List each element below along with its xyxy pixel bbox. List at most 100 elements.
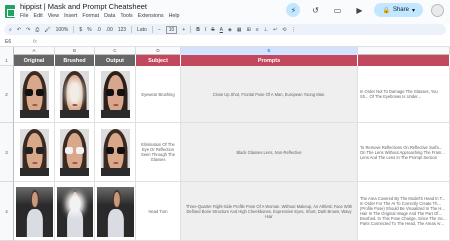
header-prompts-overflow[interactable] <box>358 55 450 66</box>
cell-prompt-row4[interactable]: Three-Quarter Right-Side Profile Pose Of… <box>181 182 358 241</box>
align-icon[interactable]: ≡ <box>256 27 259 33</box>
italic-icon[interactable]: I <box>205 27 206 33</box>
top-right-controls: ⚡ ↺ ▭ ▶ 🔒 Share ▾ <box>286 3 444 17</box>
header-output[interactable]: Output <box>95 55 136 66</box>
cell-subject-row4[interactable]: Head Turn <box>136 182 181 241</box>
menu-format[interactable]: Format <box>82 13 99 19</box>
cell-original-row4[interactable] <box>14 182 55 241</box>
column-header-a[interactable]: A <box>14 47 55 55</box>
zoom-select[interactable]: 100% <box>56 27 69 33</box>
history-icon[interactable]: ↺ <box>308 3 322 17</box>
cell-prompt-side-row2[interactable]: In Order Not To Damage The Glasses, You … <box>358 66 450 123</box>
activity-icon[interactable]: ⚡ <box>286 3 301 17</box>
header-original[interactable]: Original <box>14 55 55 66</box>
column-header-c[interactable]: C <box>95 47 136 55</box>
column-header-f[interactable] <box>358 47 450 55</box>
rotate-icon[interactable]: ⟲ <box>282 27 286 33</box>
cell-prompt-row2[interactable]: Close Up Shot, Frontal Pose Of A Man, Eu… <box>181 66 358 123</box>
table-header-row: Original Brushed Output Subject Prompts <box>14 55 450 66</box>
valign-icon[interactable]: ⊥ <box>264 27 268 33</box>
formatting-toolbar: ⌕ ↶ ↷ ⎙ 🖌 100% $ % .0 .00 123 Lato − 10 … <box>4 24 446 35</box>
row-header-1[interactable]: 1 <box>0 55 14 66</box>
divider <box>131 26 133 33</box>
cell-subject-row3[interactable]: Elimination Of The Eye Or Reflection See… <box>136 123 181 182</box>
select-all-corner[interactable] <box>0 47 14 55</box>
row-header-2[interactable]: 2 <box>0 66 14 123</box>
font-select[interactable]: Lato <box>137 27 147 33</box>
font-size-increase[interactable]: + <box>182 27 185 33</box>
title-bar: hippist | Mask and Prompt Cheatsheet Fil… <box>0 0 450 24</box>
share-label: Share <box>392 7 409 13</box>
undo-icon[interactable]: ↶ <box>17 27 21 33</box>
menu-insert[interactable]: Insert <box>64 13 77 19</box>
column-header-b[interactable]: B <box>55 47 95 55</box>
original-image <box>16 187 53 237</box>
bold-icon[interactable]: B <box>196 27 200 33</box>
cell-brushed-row3[interactable] <box>55 123 95 182</box>
menu-view[interactable]: View <box>48 13 59 19</box>
lock-icon: 🔒 <box>382 7 390 14</box>
original-image <box>20 129 49 176</box>
font-size-decrease[interactable]: − <box>158 27 161 33</box>
cell-brushed-row2[interactable] <box>55 66 95 123</box>
search-menus-icon[interactable]: ⌕ <box>9 27 12 33</box>
menu-edit[interactable]: Edit <box>34 13 43 19</box>
wrap-icon[interactable]: ↵ <box>273 27 277 33</box>
menu-help[interactable]: Help <box>169 13 180 19</box>
menu-tools[interactable]: Tools <box>120 13 132 19</box>
avatar[interactable] <box>431 3 444 17</box>
share-button[interactable]: 🔒 Share ▾ <box>374 3 423 17</box>
redo-icon[interactable]: ↷ <box>26 27 30 33</box>
brushed-image <box>60 71 89 118</box>
fx-icon: fx <box>33 39 37 45</box>
number-format-button[interactable]: 123 <box>118 27 126 33</box>
font-size-input[interactable]: 10 <box>165 25 178 34</box>
cell-output-row3[interactable] <box>95 123 136 182</box>
cell-prompt-side-row4[interactable]: The Area Covered By The Model'S Head In … <box>358 182 450 241</box>
output-image <box>101 129 130 176</box>
sheets-logo-icon[interactable] <box>5 5 15 18</box>
increase-decimal-button[interactable]: .00 <box>106 27 113 33</box>
column-headers: A B C D E <box>0 47 450 55</box>
cell-original-row2[interactable] <box>14 66 55 123</box>
menu-data[interactable]: Data <box>104 13 115 19</box>
cell-output-row4[interactable] <box>95 182 136 241</box>
column-header-d[interactable]: D <box>136 47 181 55</box>
header-brushed[interactable]: Brushed <box>55 55 95 66</box>
row-header-4[interactable]: 4 <box>0 182 14 241</box>
text-color-icon[interactable]: A <box>220 27 223 33</box>
menu-bar: File Edit View Insert Format Data Tools … <box>20 13 180 19</box>
borders-icon[interactable]: ▦ <box>237 27 242 33</box>
cell-output-row2[interactable] <box>95 66 136 123</box>
row-header-3[interactable]: 3 <box>0 123 14 182</box>
menu-extensions[interactable]: Extensions <box>138 13 164 19</box>
name-box[interactable]: E6 <box>5 39 11 45</box>
paint-format-icon[interactable]: 🖌 <box>44 27 50 33</box>
comment-icon[interactable]: ▭ <box>330 3 344 17</box>
document-title[interactable]: hippist | Mask and Prompt Cheatsheet <box>20 2 147 11</box>
print-icon[interactable]: ⎙ <box>35 27 39 33</box>
column-header-e[interactable]: E <box>181 47 358 55</box>
cell-brushed-row4[interactable] <box>55 182 95 241</box>
divider <box>151 26 153 33</box>
header-prompts[interactable]: Prompts <box>181 55 358 66</box>
meet-icon[interactable]: ▶ <box>352 3 366 17</box>
more-icon[interactable]: ⋮ <box>291 27 296 33</box>
header-subject[interactable]: Subject <box>136 55 181 66</box>
cell-prompt-row3[interactable]: Black Glasses Lens, Non-Reflective <box>181 123 358 182</box>
divider <box>73 26 75 33</box>
fill-color-icon[interactable]: ◈ <box>228 27 232 33</box>
cell-prompt-side-row3[interactable]: To Remove Reflections On Reflective Surf… <box>358 123 450 182</box>
decrease-decimal-button[interactable]: .0 <box>97 27 101 33</box>
output-image <box>97 187 134 237</box>
original-image <box>20 71 49 118</box>
strikethrough-icon[interactable]: S <box>211 27 214 33</box>
cell-subject-row2[interactable]: Eyewear Brushing <box>136 66 181 123</box>
currency-format-button[interactable]: $ <box>79 27 82 33</box>
percent-format-button[interactable]: % <box>87 27 91 33</box>
brushed-image <box>60 129 89 176</box>
cell-original-row3[interactable] <box>14 123 55 182</box>
menu-file[interactable]: File <box>20 13 29 19</box>
chevron-down-icon: ▾ <box>411 7 415 14</box>
merge-cells-icon[interactable]: ⊞ <box>247 27 251 33</box>
